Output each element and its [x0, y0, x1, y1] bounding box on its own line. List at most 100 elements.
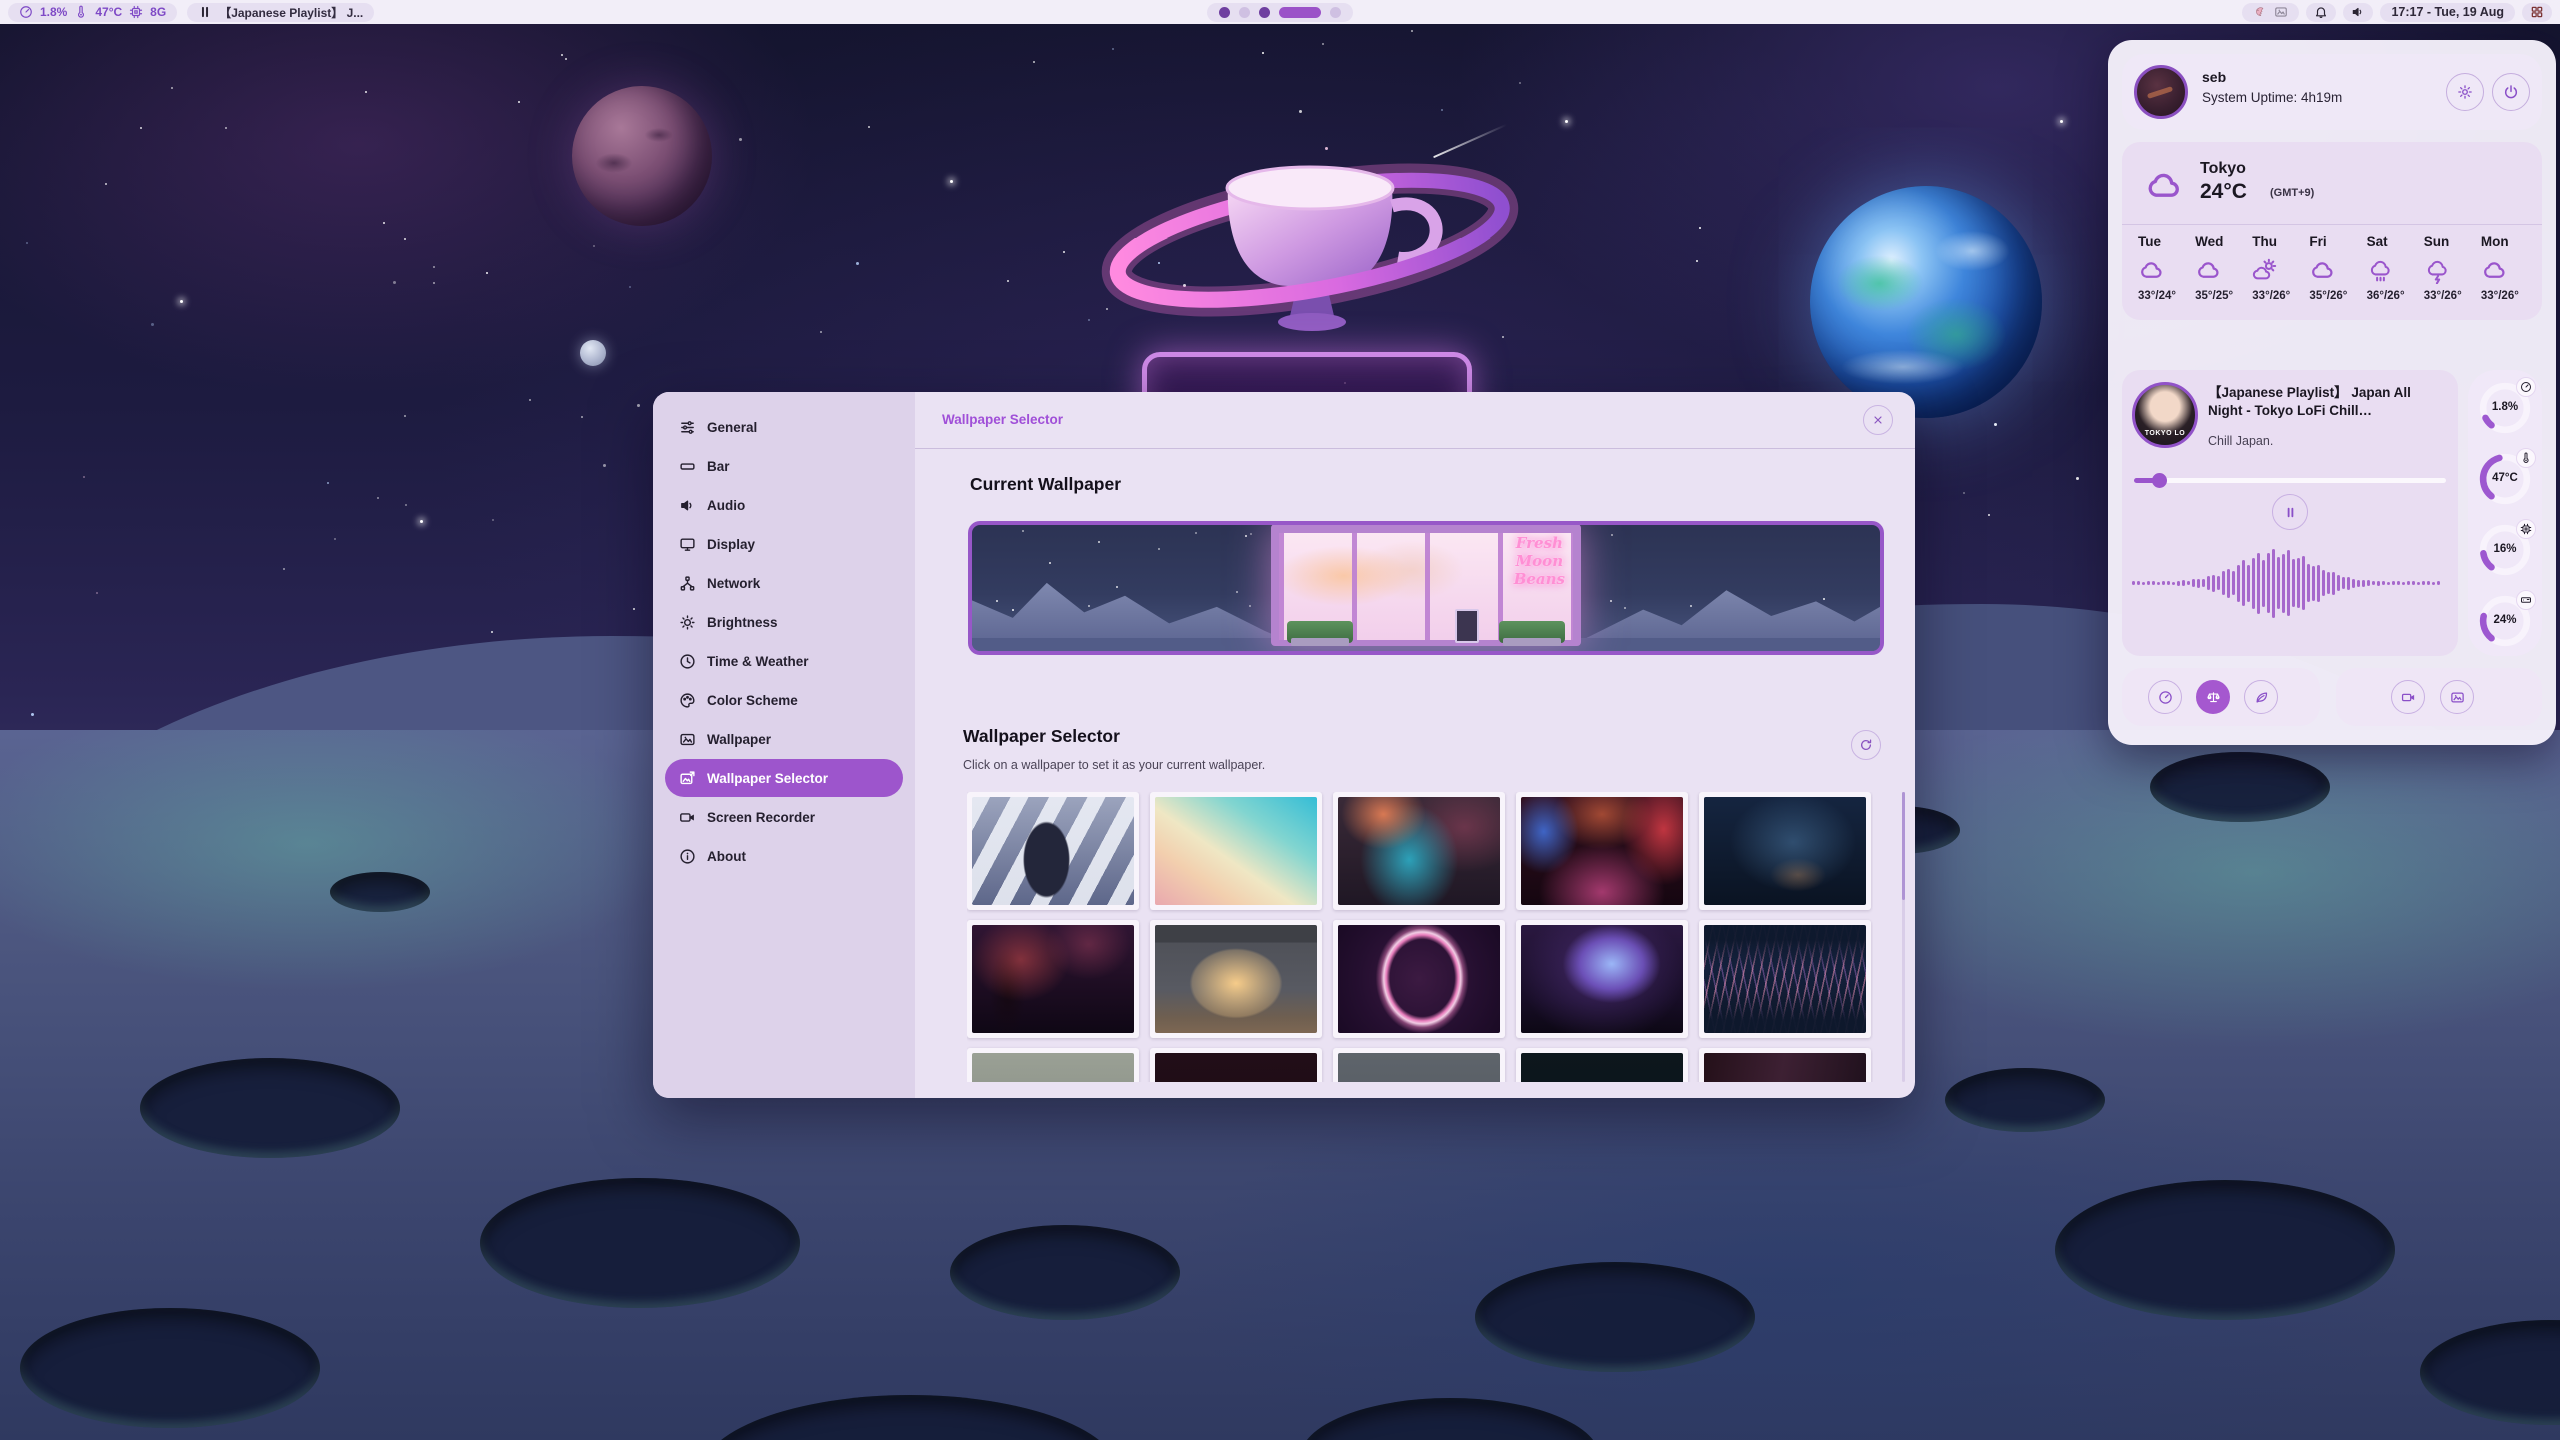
forecast-day: Thu 33°/26° — [2246, 234, 2303, 302]
scrollbar[interactable] — [1902, 792, 1905, 1082]
uptime-text: System Uptime: 4h19m — [2202, 90, 2342, 105]
wallpaper-thumbnail-image — [1704, 1053, 1866, 1082]
forecast-weather-icon — [2138, 257, 2165, 284]
wallpaper-thumbnail[interactable] — [1699, 920, 1871, 1038]
wallpaper-thumbnail[interactable] — [1699, 792, 1871, 910]
sidebar-item-icon — [679, 848, 696, 865]
gauge-value: 47°C — [2477, 472, 2533, 484]
wallpaper-thumbnail[interactable] — [967, 792, 1139, 910]
image-tray-icon[interactable] — [2274, 5, 2288, 19]
close-button[interactable] — [1863, 405, 1893, 435]
seek-thumb[interactable] — [2152, 473, 2167, 488]
sidebar-item[interactable]: General — [665, 408, 903, 446]
gauge-icon-bubble — [2516, 448, 2536, 468]
track-title: 【Japanese Playlist】 Japan All Night - To… — [2208, 384, 2448, 419]
sidebar-item[interactable]: About — [665, 837, 903, 875]
forecast-weather-icon — [2309, 257, 2336, 284]
system-stats-pill[interactable]: 1.8% 47°C 8G — [8, 3, 177, 22]
pause-icon — [2284, 506, 2297, 519]
wallpaper-thumbnail[interactable] — [1333, 792, 1505, 910]
sidebar-item[interactable]: Color Scheme — [665, 681, 903, 719]
workspace-dot[interactable] — [1330, 7, 1341, 18]
purple-planet — [572, 86, 712, 226]
workspace-indicator[interactable] — [1207, 3, 1353, 22]
forecast-temps: 35°/26° — [2309, 290, 2360, 302]
sidebar-item-label: Network — [707, 576, 760, 591]
wallpaper-thumbnail[interactable] — [1699, 1048, 1871, 1082]
sidebar-item-label: About — [707, 849, 746, 864]
play-pause-button[interactable] — [2272, 494, 2308, 530]
forecast-weather-icon — [2195, 257, 2222, 284]
scales-icon — [2206, 690, 2221, 705]
wallpaper-thumbnail[interactable] — [1516, 1048, 1688, 1082]
wallpaper-thumbnail[interactable] — [1333, 920, 1505, 1038]
workspace-dot[interactable] — [1259, 7, 1270, 18]
power-profile-card — [2122, 668, 2320, 726]
speaker-icon — [2351, 5, 2365, 19]
forecast-day: Tue 33°/24° — [2132, 234, 2189, 302]
system-tray — [2242, 3, 2299, 22]
speedometer-icon — [2158, 690, 2173, 705]
wallpaper-thumbnail[interactable] — [1150, 792, 1322, 910]
weather-temp: 24°C — [2200, 180, 2247, 204]
weather-cloud-icon — [2138, 166, 2190, 206]
sidebar-item[interactable]: Brightness — [665, 603, 903, 641]
wallpaper-thumbnail-image — [972, 925, 1134, 1033]
sidebar-item[interactable]: Screen Recorder — [665, 798, 903, 836]
neon-sign-text: Fresh Moon Beans — [1514, 534, 1565, 588]
temperature-value: 47°C — [95, 5, 122, 19]
power-button[interactable] — [2492, 73, 2530, 111]
earth-planet — [1810, 186, 2042, 418]
dashboard-button[interactable] — [2522, 3, 2552, 22]
power-icon — [2503, 84, 2519, 100]
sidebar-item[interactable]: Display — [665, 525, 903, 563]
seek-slider[interactable] — [2134, 478, 2446, 483]
forecast-day-name: Tue — [2138, 234, 2189, 249]
user-card: seb System Uptime: 4h19m — [2122, 54, 2542, 130]
forecast-weather-icon — [2424, 257, 2451, 284]
wallpaper-thumbnail[interactable] — [1516, 920, 1688, 1038]
workspace-dot-active[interactable] — [1279, 7, 1321, 18]
profile-balanced-button[interactable] — [2196, 680, 2230, 714]
forecast-temps: 36°/26° — [2367, 290, 2418, 302]
screenshot-icon — [2450, 690, 2465, 705]
sidebar-item[interactable]: Wallpaper — [665, 720, 903, 758]
wallpaper-thumbnail-image — [1521, 797, 1683, 905]
workspace-dot[interactable] — [1239, 7, 1250, 18]
wallpaper-thumbnail[interactable] — [1516, 792, 1688, 910]
wallpaper-thumbnail[interactable] — [1150, 1048, 1322, 1082]
wallpaper-thumbnail[interactable] — [967, 1048, 1139, 1082]
preview-coffee-shop: Fresh Moon Beans — [1271, 524, 1581, 646]
wallpaper-thumbnail[interactable] — [967, 920, 1139, 1038]
wallpaper-thumbnail[interactable] — [1150, 920, 1322, 1038]
sidebar-item[interactable]: Audio — [665, 486, 903, 524]
wallpaper-thumbnail[interactable] — [1333, 1048, 1505, 1082]
workspace-dot[interactable] — [1219, 7, 1230, 18]
settings-main: Wallpaper Selector Current Wallpaper Fre… — [915, 392, 1915, 1098]
clock-pill[interactable]: 17:17 - Tue, 19 Aug — [2380, 3, 2515, 22]
shrimp-tray-icon[interactable] — [2253, 5, 2267, 19]
sidebar-item-label: Color Scheme — [707, 693, 798, 708]
cpu-usage-value: 1.8% — [40, 5, 67, 19]
sidebar-item[interactable]: Network — [665, 564, 903, 602]
media-pill[interactable]: 【Japanese Playlist】 J... — [187, 3, 374, 22]
sidebar-item[interactable]: Time & Weather — [665, 642, 903, 680]
system-gauges-card: 1.8% 47°C 16% 24% — [2468, 370, 2542, 656]
notifications-button[interactable] — [2306, 3, 2336, 22]
dashboard-grid-icon — [2530, 5, 2544, 19]
system-gauge: 24% — [2477, 593, 2533, 649]
wallpaper-thumbnail-image — [1521, 925, 1683, 1033]
profile-powersave-button[interactable] — [2244, 680, 2278, 714]
settings-button[interactable] — [2446, 73, 2484, 111]
sidebar-item[interactable]: Wallpaper Selector — [665, 759, 903, 797]
memory-chip-icon — [129, 5, 143, 19]
screen-record-button[interactable] — [2391, 680, 2425, 714]
close-icon — [1872, 414, 1884, 426]
hedge-left — [1287, 621, 1353, 643]
volume-button[interactable] — [2343, 3, 2373, 22]
profile-performance-button[interactable] — [2148, 680, 2182, 714]
sidebar-item[interactable]: Bar — [665, 447, 903, 485]
gauge-icon-bubble — [2516, 377, 2536, 397]
refresh-button[interactable] — [1851, 730, 1881, 760]
screenshot-button[interactable] — [2440, 680, 2474, 714]
